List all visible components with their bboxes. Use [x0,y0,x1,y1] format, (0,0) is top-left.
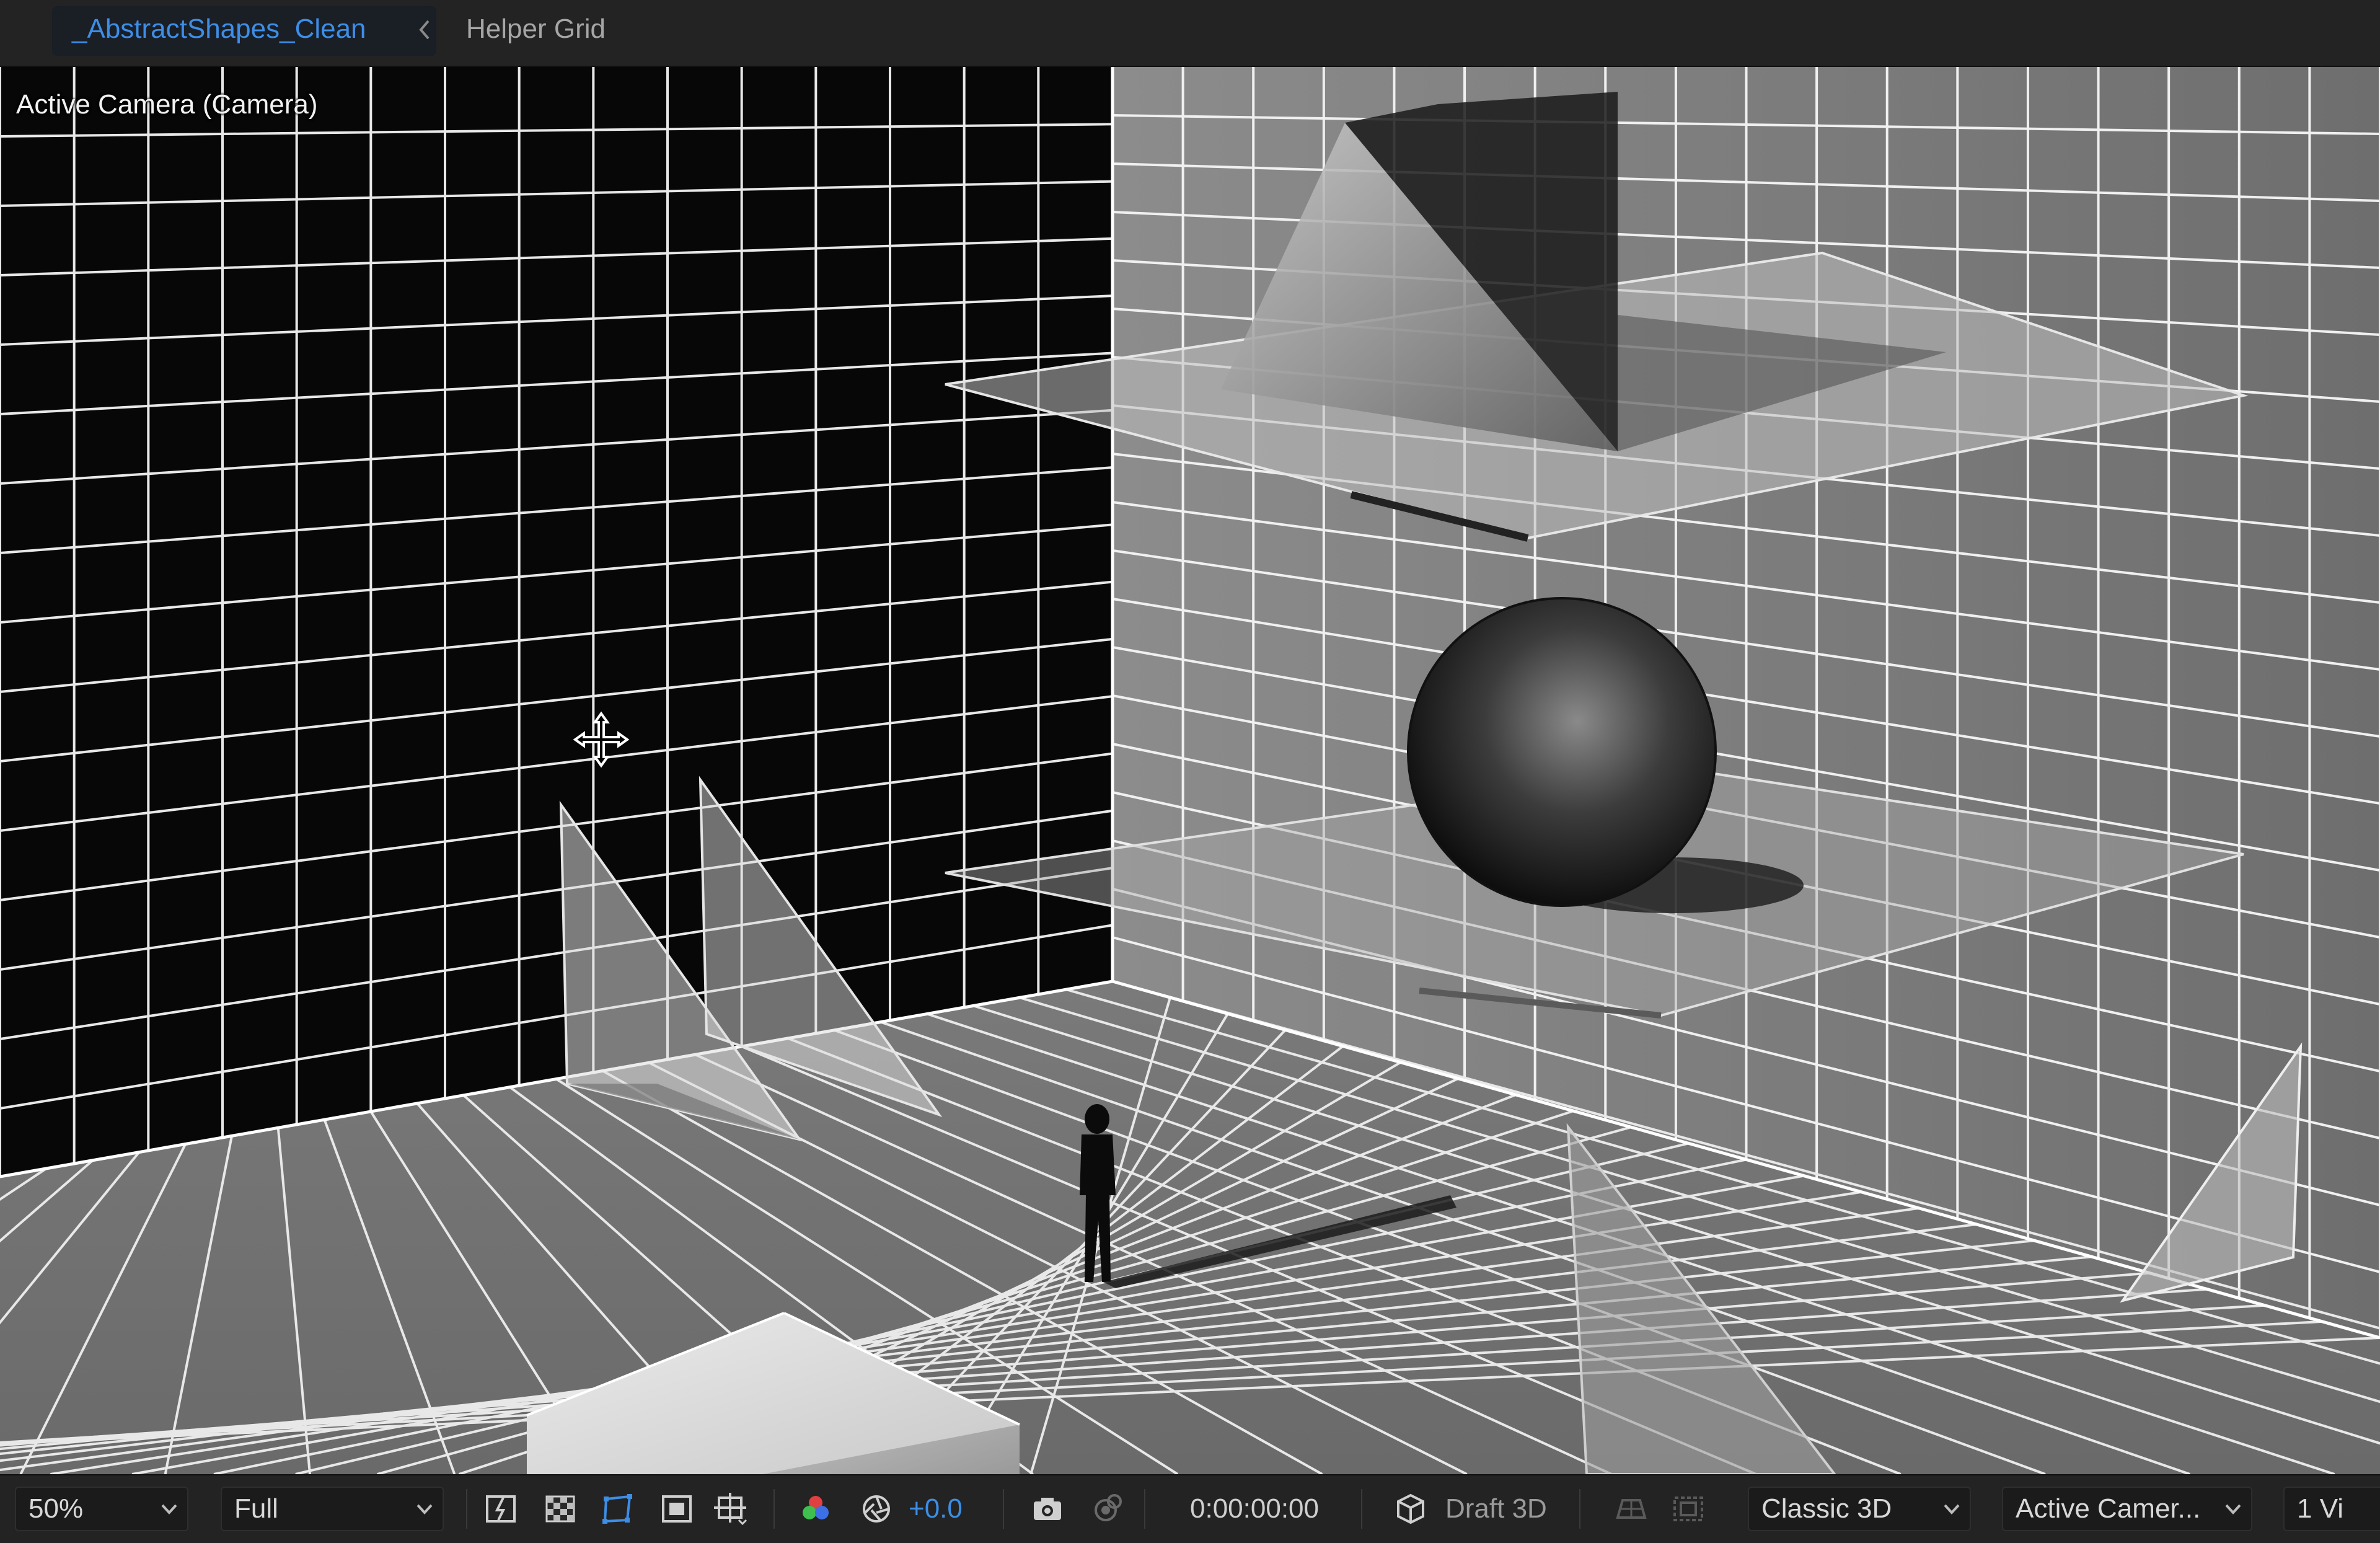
transparency-grid-icon[interactable] [543,1492,578,1526]
magnification-dropdown[interactable]: 50% [15,1487,188,1531]
channel-icon[interactable] [798,1492,833,1526]
separator [466,1489,467,1529]
separator [774,1489,775,1529]
renderer-value: Classic 3D [1761,1493,1892,1524]
active-camera-label: Active Camera (Camera) [16,89,318,120]
separator [1003,1489,1004,1529]
show-snapshot-icon[interactable] [1090,1492,1124,1526]
3d-view-value: Active Camer... [2016,1493,2201,1524]
chevron-down-icon [161,1504,177,1514]
region-of-interest-icon[interactable] [659,1492,694,1526]
exposure-reset-icon[interactable] [859,1492,894,1526]
draft-3d-icon[interactable] [1393,1492,1428,1526]
3d-view-dropdown[interactable]: Active Camer... [2002,1487,2252,1531]
magnification-value: 50% [29,1493,84,1524]
extended-viewer-icon[interactable] [1671,1492,1706,1526]
separator [1144,1489,1145,1529]
chevron-left-icon[interactable] [415,11,434,48]
chevron-down-icon [416,1504,433,1514]
fast-previews-icon[interactable] [483,1492,518,1526]
separator [1361,1489,1362,1529]
renderer-dropdown[interactable]: Classic 3D [1748,1487,1971,1531]
chevron-down-icon [1944,1504,1960,1514]
composition-viewer[interactable]: Active Camera (Camera) [0,67,2380,1474]
mask-path-icon[interactable] [600,1492,635,1526]
chevron-down-icon [2225,1504,2241,1514]
viewer-scene [0,67,2380,1474]
resolution-value: Full [234,1493,278,1524]
snapshot-icon[interactable] [1030,1492,1065,1526]
viewer-toolbar: 50% Full +0.0 0:00:00:00 Draft 3D Classi… [0,1474,2380,1543]
3d-ground-plane-icon[interactable] [1614,1492,1649,1526]
current-time[interactable]: 0:00:00:00 [1161,1487,1347,1531]
separator [1579,1489,1580,1529]
draft-3d-label[interactable]: Draft 3D [1445,1487,1547,1531]
composition-tab-bar: _AbstractShapes_Clean Helper Grid [0,0,2380,67]
view-layout-value: 1 Vi [2297,1493,2344,1524]
exposure-value[interactable]: +0.0 [909,1487,963,1531]
tab-abstract-shapes-label[interactable]: _AbstractShapes_Clean [72,14,366,45]
view-layout-dropdown[interactable]: 1 Vi [2283,1487,2380,1531]
grid-guides-icon[interactable] [714,1492,749,1526]
tab-helper-grid[interactable]: Helper Grid [466,14,606,45]
resolution-dropdown[interactable]: Full [221,1487,444,1531]
